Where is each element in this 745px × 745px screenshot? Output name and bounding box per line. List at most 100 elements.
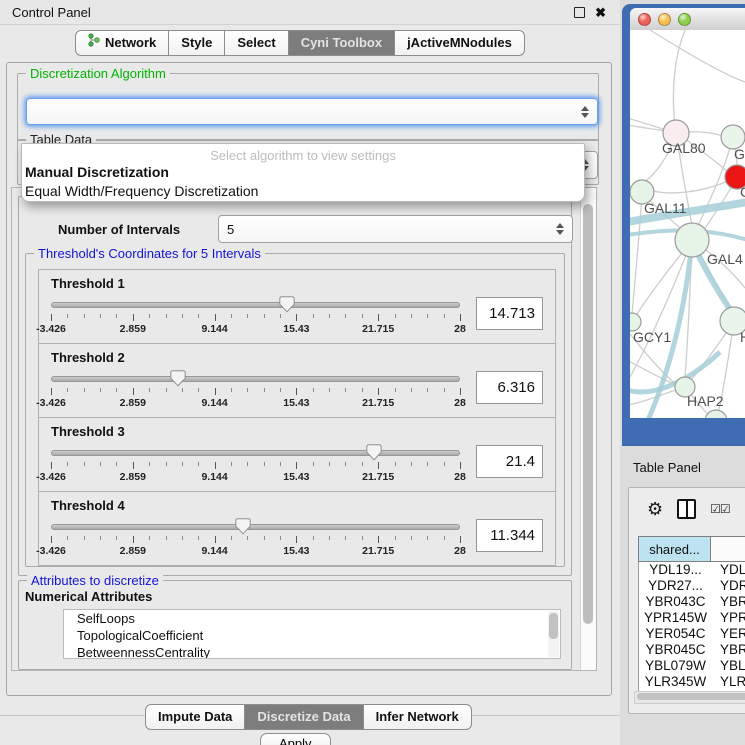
attribute-item-betweennesscentrality[interactable]: BetweennessCentrality	[64, 644, 560, 659]
node-table: shared... n YDL19...YDL1YDR27...YDR2YBR0…	[638, 536, 745, 703]
tab-cyni-toolbox[interactable]: Cyni Toolbox	[289, 30, 395, 56]
table-row[interactable]: YLR345WYLR3	[639, 674, 745, 690]
thresholds-group-title: Threshold's Coordinates for 5 Intervals	[34, 246, 265, 261]
column-header-name[interactable]: n	[711, 536, 745, 562]
table-row[interactable]: YER054CYER0	[639, 626, 745, 642]
network-node-label: HAP2	[687, 393, 724, 409]
cell-name[interactable]: YLR3	[712, 674, 745, 690]
column-header-shared-name[interactable]: shared...	[638, 536, 711, 562]
cell-shared-name[interactable]: YDR27...	[639, 578, 712, 594]
dropdown-hint: Select algorithm to view settings	[22, 144, 584, 163]
dropdown-option-equal-width-frequency-discretization[interactable]: Equal Width/Frequency Discretization	[22, 182, 584, 201]
network-edge[interactable]	[632, 192, 642, 314]
tab-label: Discretize Data	[257, 705, 350, 729]
control-panel: Control Panel ✖ Network StyleSelectCyni T…	[0, 0, 620, 745]
tab-network[interactable]: Network	[75, 30, 169, 56]
slider-tick-labels: -3.4262.8599.14415.4321.71528	[51, 322, 460, 335]
cell-name[interactable]: YDR2	[712, 578, 745, 594]
threshold-slider[interactable]: -3.4262.8599.14415.4321.71528	[51, 518, 460, 557]
scrollbar-thumb[interactable]	[583, 204, 593, 624]
tab-style[interactable]: Style	[169, 30, 225, 56]
tab-label: Network	[105, 31, 156, 55]
table-row[interactable]: YBR045CYBR0	[639, 642, 745, 658]
cell-name[interactable]: YBR0	[712, 594, 745, 610]
tab-label: Impute Data	[158, 705, 232, 729]
threshold-value-field[interactable]: 11.344	[476, 519, 543, 552]
dropdown-option-manual-discretization[interactable]: Manual Discretization	[22, 163, 584, 182]
tab-infer-network[interactable]: Infer Network	[364, 704, 472, 730]
network-node[interactable]	[675, 223, 709, 257]
thresholds-group: Threshold's Coordinates for 5 Intervals …	[25, 253, 565, 567]
threshold-value-field[interactable]: 14.713	[476, 297, 543, 330]
slider-ticks	[51, 314, 460, 322]
mac-minimize-icon[interactable]	[658, 13, 671, 26]
algorithm-dropdown-list[interactable]: Select algorithm to view settings Manual…	[21, 143, 585, 202]
cell-shared-name[interactable]: YBL079W	[639, 658, 712, 674]
float-window-icon[interactable]	[574, 7, 585, 18]
panel-title: Control Panel	[0, 5, 91, 20]
network-edge[interactable]	[685, 330, 728, 387]
threshold-value-field[interactable]: 21.4	[476, 445, 543, 478]
number-of-intervals-combobox[interactable]: 5	[218, 215, 573, 243]
cell-shared-name[interactable]: YBR045C	[639, 642, 712, 658]
slider-track[interactable]	[51, 376, 460, 382]
tab-discretize-data[interactable]: Discretize Data	[245, 704, 363, 730]
number-of-intervals-label: Number of Intervals	[58, 222, 180, 237]
cell-name[interactable]: YER0	[712, 626, 745, 642]
cell-name[interactable]: YBR0	[712, 642, 745, 658]
tab-jactivemnodules[interactable]: jActiveMNodules	[395, 30, 525, 56]
network-node[interactable]	[705, 410, 727, 418]
table-panel: ⚙ ☑☑ shared... n YDL19...YDL1YDR27...YDR…	[628, 487, 745, 714]
settings-scroll-area: Interval Definition Number of Intervals …	[11, 187, 597, 671]
cell-name[interactable]: YDL1	[712, 562, 745, 578]
cell-shared-name[interactable]: YBR043C	[639, 594, 712, 610]
cell-shared-name[interactable]: YPR145W	[639, 610, 712, 626]
slider-track[interactable]	[51, 450, 460, 456]
table-row[interactable]: YDR27...YDR2	[639, 578, 745, 594]
network-edge[interactable]	[650, 30, 745, 82]
attribute-item-topologicalcoefficient[interactable]: TopologicalCoefficient	[64, 627, 560, 644]
scrollbar-thumb[interactable]	[637, 693, 745, 700]
threshold-slider[interactable]: -3.4262.8599.14415.4321.71528	[51, 444, 460, 483]
cell-name[interactable]: YBL0	[712, 658, 745, 674]
table-row[interactable]: YBL079WYBL0	[639, 658, 745, 674]
cell-shared-name[interactable]: YDL19...	[639, 562, 712, 578]
slider-tick-labels: -3.4262.8599.14415.4321.71528	[51, 470, 460, 483]
settings-vertical-scrollbar[interactable]	[580, 188, 596, 670]
slider-tick-labels: -3.4262.8599.14415.4321.71528	[51, 396, 460, 409]
table-panel-toolbar: ⚙ ☑☑	[629, 488, 745, 530]
network-canvas[interactable]: GAL80GACGAL11GAL4GCY1HHAP2	[630, 30, 745, 418]
table-row[interactable]: YPR145WYPR1	[639, 610, 745, 626]
gear-icon[interactable]: ⚙	[647, 500, 663, 518]
close-icon[interactable]: ✖	[595, 6, 606, 19]
mac-close-icon[interactable]	[638, 13, 651, 26]
attributes-scrollbar[interactable]	[548, 611, 559, 657]
tab-label: jActiveMNodules	[407, 31, 512, 55]
algorithm-combobox[interactable]	[26, 98, 598, 125]
mac-zoom-icon[interactable]	[678, 13, 691, 26]
select-columns-icon[interactable]: ☑☑	[710, 502, 730, 516]
slider-track[interactable]	[51, 524, 460, 530]
network-window-titlebar[interactable]	[630, 8, 745, 31]
numerical-attributes-list[interactable]: SelfLoopsTopologicalCoefficientBetweenne…	[63, 609, 561, 659]
table-row[interactable]: YBR043CYBR0	[639, 594, 745, 610]
network-edge[interactable]	[650, 177, 737, 193]
threshold-slider[interactable]: -3.4262.8599.14415.4321.71528	[51, 370, 460, 409]
attribute-item-selfloops[interactable]: SelfLoops	[64, 610, 560, 627]
threshold-panel-threshold-3: Threshold 3-3.4262.8599.14415.4321.71528…	[38, 417, 556, 492]
cell-name[interactable]: YPR1	[712, 610, 745, 626]
table-horizontal-scrollbar[interactable]	[634, 691, 745, 704]
apply-button[interactable]: Apply	[260, 733, 331, 745]
cell-shared-name[interactable]: YER054C	[639, 626, 712, 642]
threshold-value-field[interactable]: 6.316	[476, 371, 543, 404]
tab-impute-data[interactable]: Impute Data	[145, 704, 245, 730]
tab-select[interactable]: Select	[225, 30, 288, 56]
split-columns-icon[interactable]	[677, 499, 696, 519]
combo-arrows-icon	[556, 223, 564, 235]
app-root: Control Panel ✖ Network StyleSelectCyni T…	[0, 0, 745, 745]
table-row[interactable]: YDL19...YDL1	[639, 562, 745, 578]
slider-track[interactable]	[51, 302, 460, 308]
threshold-slider[interactable]: -3.4262.8599.14415.4321.71528	[51, 296, 460, 335]
network-node-label: H	[740, 329, 745, 345]
cell-shared-name[interactable]: YLR345W	[639, 674, 712, 690]
